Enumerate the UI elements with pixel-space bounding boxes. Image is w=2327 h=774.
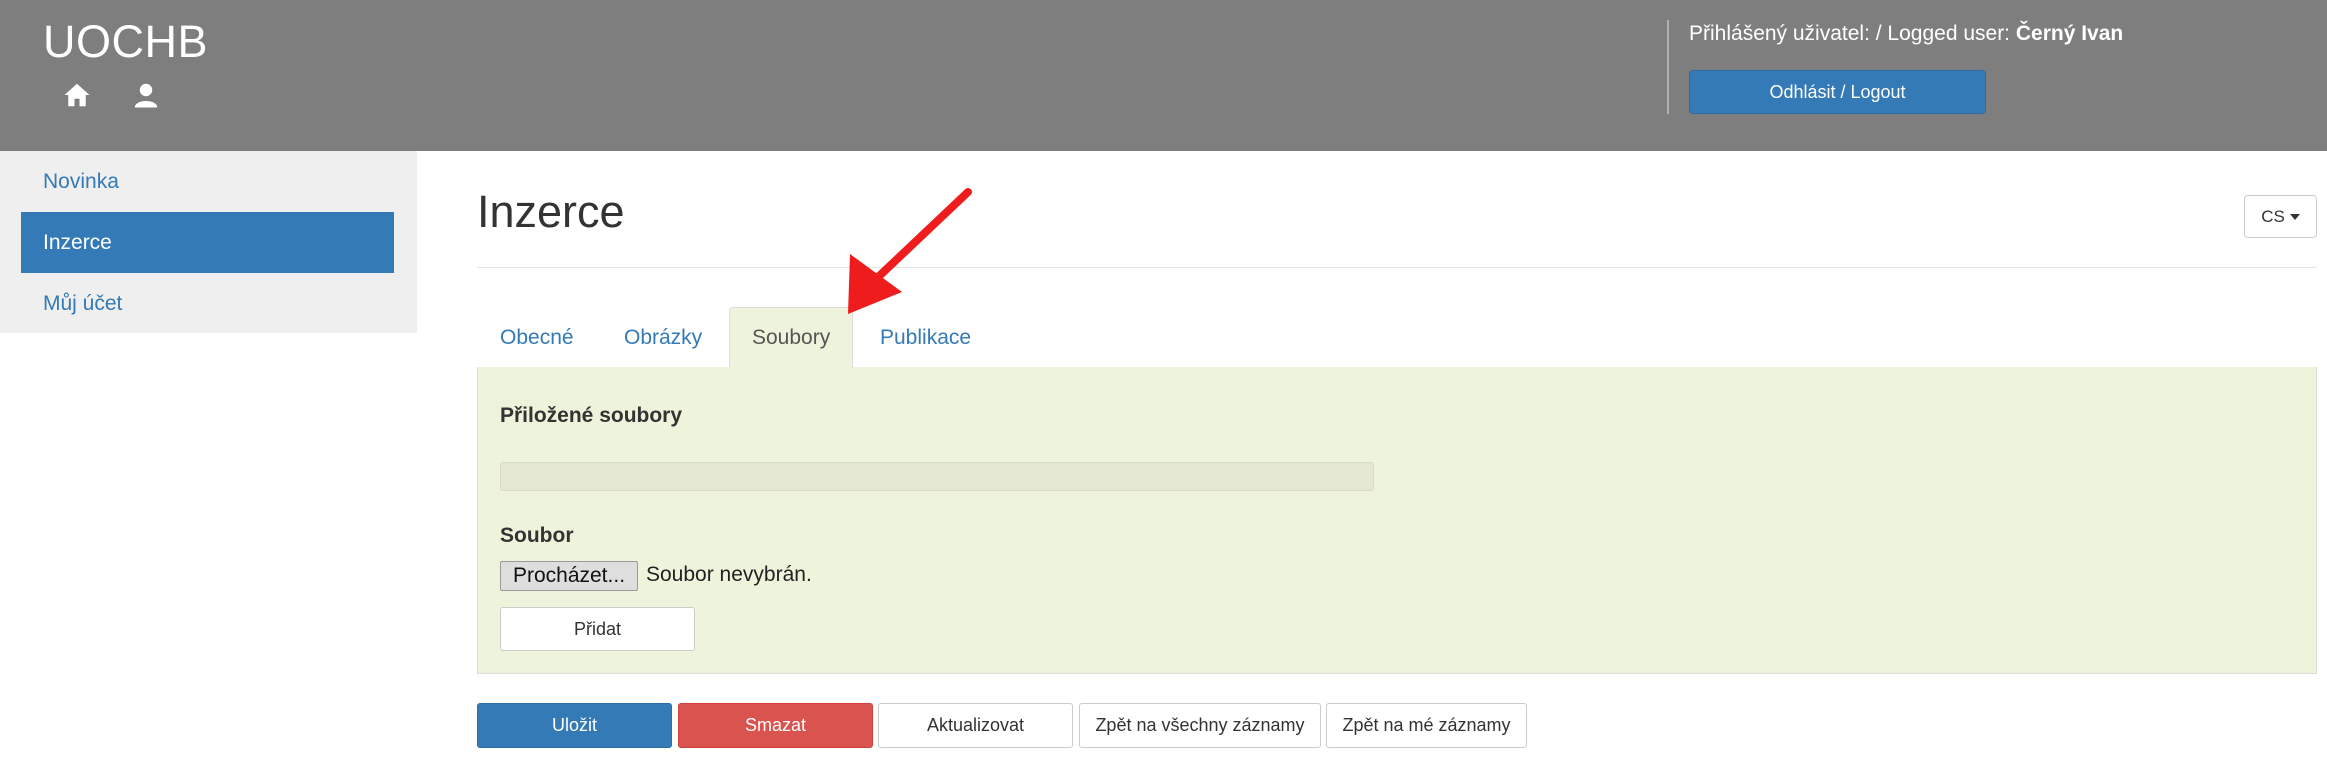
logged-user-name: Černý Ivan bbox=[2015, 22, 2124, 45]
file-field-label: Soubor bbox=[500, 524, 574, 547]
caret-down-icon bbox=[2289, 213, 2300, 220]
home-icon[interactable] bbox=[62, 80, 92, 110]
header-divider bbox=[1667, 20, 1669, 114]
sidebar: Novinka Inzerce Můj účet bbox=[0, 151, 417, 333]
logout-button[interactable]: Odhlásit / Logout bbox=[1689, 70, 1986, 114]
delete-button[interactable]: Smazat bbox=[678, 703, 873, 748]
language-label: CS bbox=[2261, 206, 2285, 226]
language-dropdown[interactable]: CS bbox=[2244, 195, 2317, 238]
tab-obecne[interactable]: Obecné bbox=[478, 307, 596, 368]
sidebar-item-inzerce[interactable]: Inzerce bbox=[21, 212, 394, 273]
brand-logo[interactable]: UOCHB bbox=[43, 16, 208, 68]
logged-user-prefix: Přihlášený uživatel: / Logged user: bbox=[1689, 22, 2016, 45]
annotation-arrow-icon bbox=[820, 180, 1000, 320]
no-file-text: Soubor nevybrán. bbox=[646, 563, 812, 586]
refresh-button[interactable]: Aktualizovat bbox=[878, 703, 1073, 748]
page-title: Inzerce bbox=[477, 186, 625, 237]
save-button[interactable]: Uložit bbox=[477, 703, 672, 748]
back-all-records-button[interactable]: Zpět na všechny záznamy bbox=[1079, 703, 1321, 748]
browse-button[interactable]: Procházet... bbox=[500, 561, 638, 591]
sidebar-item-novinka[interactable]: Novinka bbox=[21, 151, 394, 212]
top-header: UOCHB Přihlášený uživatel: / Logged user… bbox=[0, 0, 2327, 151]
logged-user-info: Přihlášený uživatel: / Logged user: Čern… bbox=[1689, 22, 2123, 46]
attached-files-heading: Přiložené soubory bbox=[500, 404, 683, 427]
user-icon[interactable] bbox=[131, 80, 161, 110]
files-panel bbox=[477, 367, 2317, 674]
sidebar-item-account[interactable]: Můj účet bbox=[21, 273, 394, 334]
tab-obrazky[interactable]: Obrázky bbox=[602, 307, 724, 368]
add-file-button[interactable]: Přidat bbox=[500, 607, 695, 651]
title-divider bbox=[477, 267, 2317, 268]
back-my-records-button[interactable]: Zpět na mé záznamy bbox=[1326, 703, 1527, 748]
attached-files-list bbox=[500, 462, 1374, 491]
